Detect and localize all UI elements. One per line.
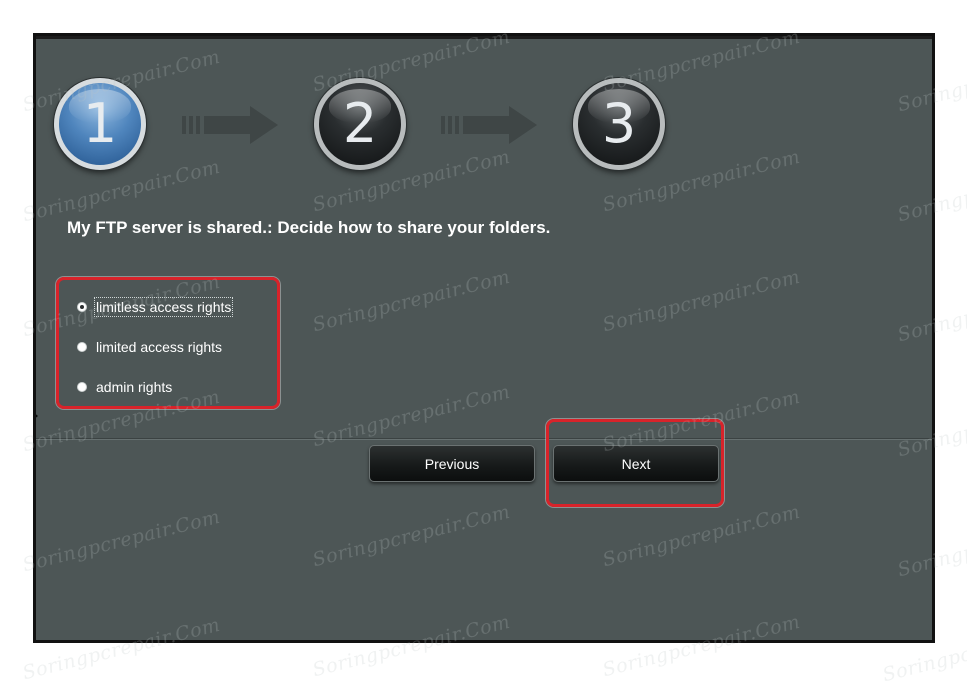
panel-top-border [36, 36, 932, 39]
previous-button[interactable]: Previous [369, 445, 535, 482]
option-label: limitless access rights [93, 297, 234, 317]
step-number: 3 [601, 92, 637, 155]
option-limitless-access[interactable]: limitless access rights [77, 297, 234, 317]
next-button[interactable]: Next [553, 445, 719, 482]
radio-button-icon[interactable] [77, 342, 87, 352]
step-arrow-icon [182, 106, 278, 144]
step-indicator-2: 2 [314, 78, 406, 170]
step-indicator-1: 1 [54, 78, 146, 170]
panel-edge-marker [36, 412, 38, 420]
step-arrow-icon [441, 106, 537, 144]
step-indicator-3: 3 [573, 78, 665, 170]
setup-wizard-panel: 1 2 3 My FTP server is shared.: Decide h… [33, 33, 935, 643]
section-divider [36, 438, 932, 439]
option-limited-access[interactable]: limited access rights [77, 337, 222, 357]
step-number: 2 [342, 92, 378, 155]
option-label: limited access rights [96, 339, 223, 355]
option-label: admin rights [96, 379, 173, 395]
option-admin-rights[interactable]: admin rights [77, 377, 172, 397]
radio-button-icon[interactable] [77, 302, 87, 312]
wizard-title: My FTP server is shared.: Decide how to … [67, 218, 551, 237]
radio-button-icon[interactable] [77, 382, 87, 392]
step-number: 1 [82, 92, 118, 155]
